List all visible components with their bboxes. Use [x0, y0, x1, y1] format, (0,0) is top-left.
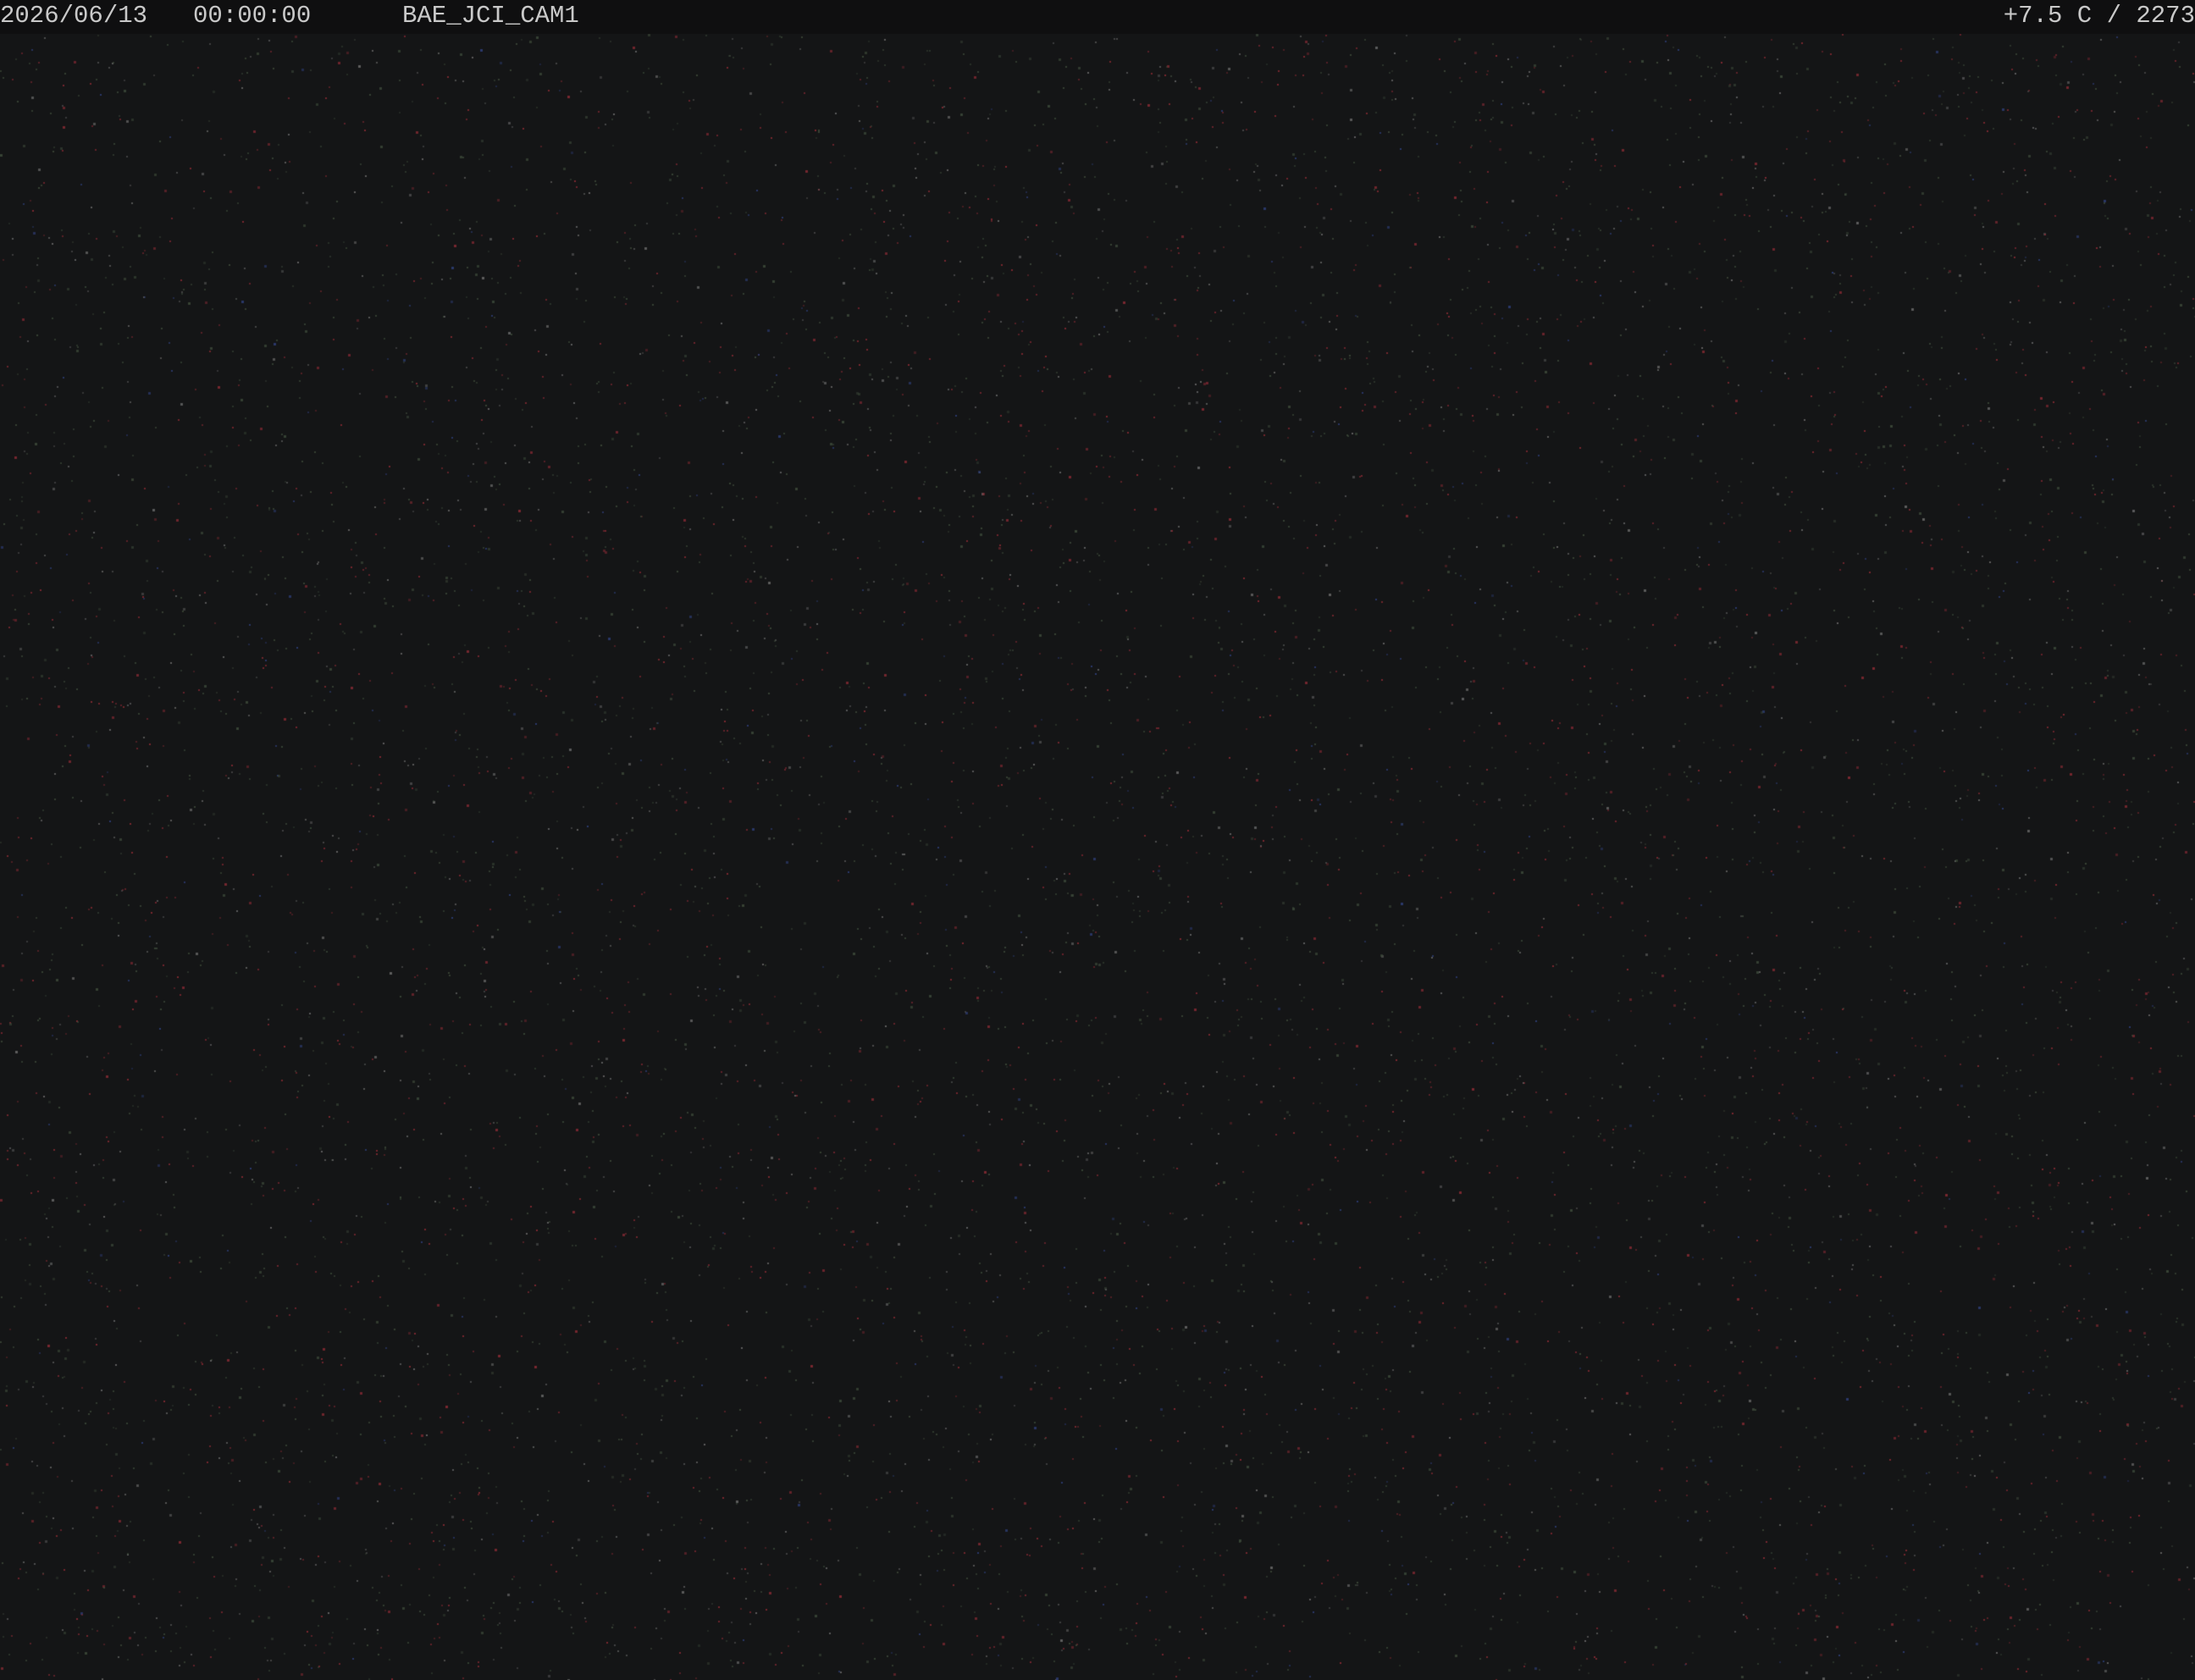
sensor-noise-image: [0, 0, 2195, 1680]
camera-frame: 2026/06/13 00:00:00 BAE_JCI_CAM1 +7.5 C …: [0, 0, 2195, 1680]
osd-time: 00:00:00: [193, 2, 312, 30]
osd-date: 2026/06/13: [0, 2, 148, 30]
osd-bar: 2026/06/13 00:00:00 BAE_JCI_CAM1 +7.5 C …: [0, 0, 2195, 34]
osd-status: +7.5 C / 2273: [2003, 2, 2195, 30]
osd-camera-name: BAE_JCI_CAM1: [402, 2, 579, 30]
